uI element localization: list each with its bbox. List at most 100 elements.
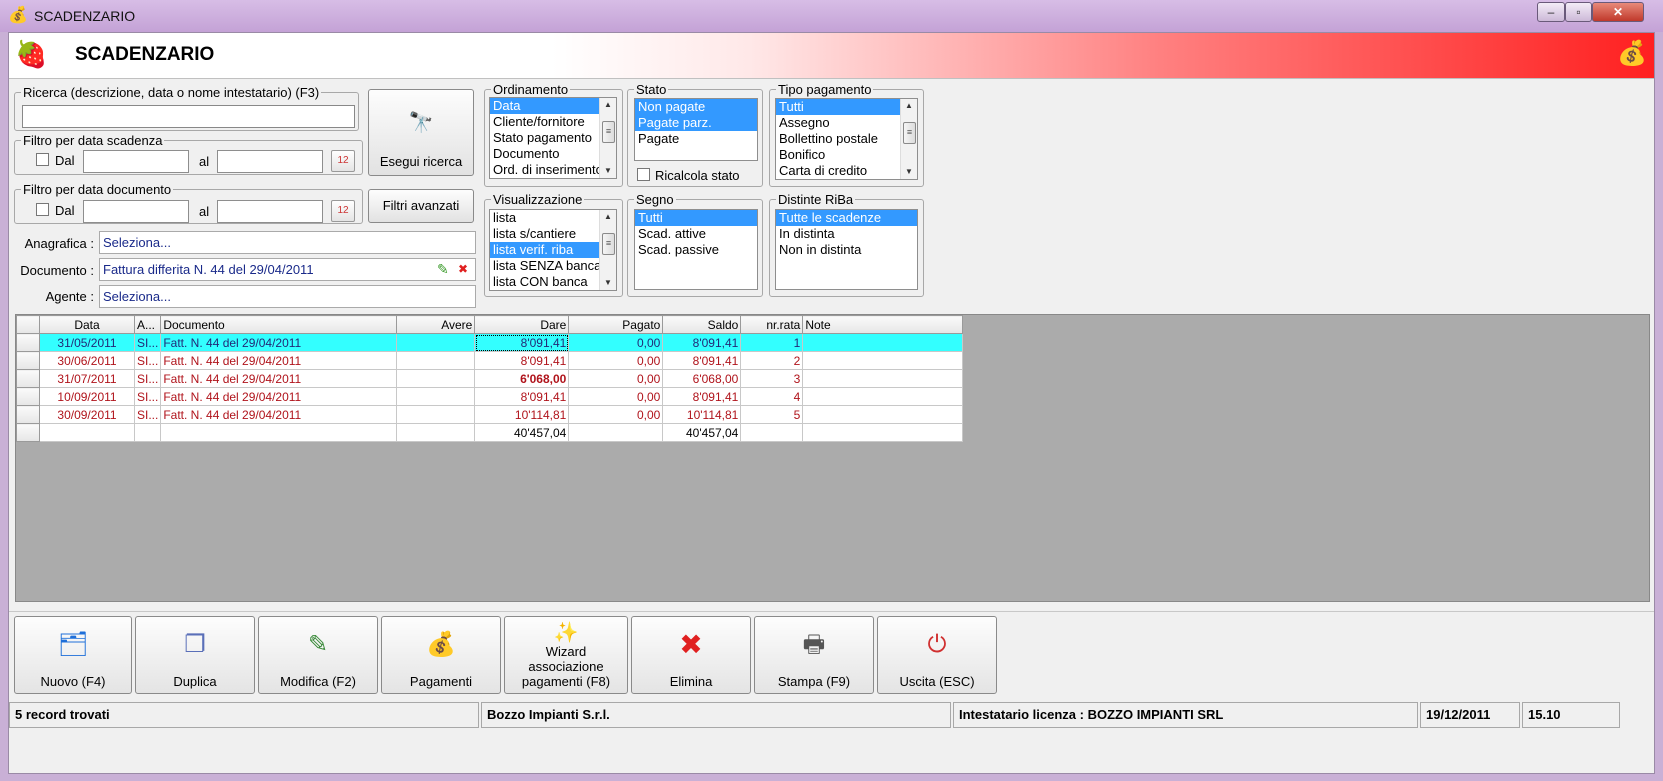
edit-icon[interactable]: ✎ (437, 261, 449, 278)
cell-note[interactable] (802, 333, 964, 352)
cell-pagato[interactable]: 0,00 (568, 333, 664, 352)
cell-saldo[interactable]: 8'091,41 (662, 333, 742, 352)
scrollbar[interactable]: ▲ ≡ ▼ (599, 210, 616, 290)
cell-note[interactable] (802, 369, 964, 388)
list-item[interactable]: Bonifico (776, 147, 917, 163)
cell-dare[interactable]: 10'114,81 (474, 405, 570, 424)
cell-a[interactable]: SI... (133, 405, 162, 424)
cell-avere[interactable] (396, 405, 476, 424)
list-item[interactable]: lista s/cantiere (490, 226, 616, 242)
exit-button[interactable]: ⏻ Uscita (ESC) (877, 616, 997, 694)
list-item[interactable]: Assegno (776, 115, 917, 131)
cell-pagato[interactable]: 0,00 (568, 351, 664, 370)
cell-documento[interactable]: Fatt. N. 44 del 29/04/2011 (160, 351, 398, 370)
list-item[interactable]: lista verif. riba (490, 242, 616, 258)
table-row[interactable]: 30/06/2011 SI... Fatt. N. 44 del 29/04/2… (16, 351, 964, 370)
cell-saldo[interactable]: 6'068,00 (662, 369, 742, 388)
cell-dare[interactable]: 6'068,00 (474, 369, 570, 388)
list-item[interactable]: Non pagate (635, 99, 757, 115)
recalc-state-checkbox[interactable] (637, 168, 650, 181)
row-header[interactable] (16, 333, 40, 352)
cell-data[interactable]: 10/09/2011 (39, 387, 135, 406)
cell-dare[interactable]: 8'091,41 (474, 351, 570, 370)
calendar-icon[interactable]: 12 (331, 200, 355, 222)
column-header-nr-rata[interactable]: nr.rata (740, 315, 804, 334)
clear-icon[interactable]: ✖ (458, 262, 468, 276)
column-header-pagato[interactable]: Pagato (568, 315, 664, 334)
new-button[interactable]: 🗂 Nuovo (F4) (14, 616, 132, 694)
list-item[interactable]: Tutti (776, 99, 917, 115)
stato-list[interactable]: Non pagate Pagate parz. Pagate (634, 98, 758, 161)
cell-pagato[interactable]: 0,00 (568, 405, 664, 424)
cell-pagato[interactable]: 0,00 (568, 387, 664, 406)
cell-documento[interactable]: Fatt. N. 44 del 29/04/2011 (160, 387, 398, 406)
due-date-to-input[interactable] (217, 150, 323, 173)
cell-nr-rata[interactable]: 3 (740, 369, 804, 388)
calendar-icon[interactable]: 12 (331, 150, 355, 172)
doc-date-from-input[interactable] (83, 200, 189, 223)
cell-note[interactable] (802, 387, 964, 406)
advanced-filters-button[interactable]: Filtri avanzati (368, 189, 474, 223)
row-header[interactable] (16, 387, 40, 406)
list-item[interactable]: Non in distinta (776, 242, 917, 258)
doc-date-filter-checkbox[interactable] (36, 203, 49, 216)
list-item[interactable]: Pagate parz. (635, 115, 757, 131)
scroll-down-icon[interactable]: ▼ (600, 276, 616, 290)
due-date-filter-checkbox[interactable] (36, 153, 49, 166)
close-button[interactable]: ✕ (1592, 2, 1644, 22)
documento-field[interactable]: Fattura differita N. 44 del 29/04/2011 (99, 258, 476, 281)
cell-avere[interactable] (396, 351, 476, 370)
cell-avere[interactable] (396, 369, 476, 388)
scroll-thumb[interactable]: ≡ (903, 122, 916, 144)
scroll-up-icon[interactable]: ▲ (901, 99, 917, 113)
scrollbar[interactable]: ▲ ≡ ▼ (900, 99, 917, 179)
cell-note[interactable] (802, 405, 964, 424)
column-header-data[interactable]: Data (39, 315, 135, 334)
column-header-a[interactable]: A... (133, 315, 162, 334)
list-item[interactable]: In distinta (776, 226, 917, 242)
scroll-thumb[interactable]: ≡ (602, 121, 615, 143)
list-item[interactable]: Data (490, 98, 616, 114)
cell-a[interactable]: SI... (133, 333, 162, 352)
duplicate-button[interactable]: ❐ Duplica (135, 616, 255, 694)
column-header-avere[interactable]: Avere (396, 315, 476, 334)
payments-button[interactable]: 💰 Pagamenti (381, 616, 501, 694)
maximize-button[interactable]: ▫ (1565, 2, 1592, 22)
list-item[interactable]: Cliente/fornitore (490, 114, 616, 130)
list-item[interactable]: lista SENZA banca (490, 258, 616, 274)
cell-avere[interactable] (396, 387, 476, 406)
cell-data[interactable]: 30/06/2011 (39, 351, 135, 370)
cell-avere[interactable] (396, 333, 476, 352)
list-item[interactable]: lista CON banca (490, 274, 616, 290)
cell-nr-rata[interactable]: 2 (740, 351, 804, 370)
cell-documento[interactable]: Fatt. N. 44 del 29/04/2011 (160, 369, 398, 388)
scroll-down-icon[interactable]: ▼ (600, 164, 616, 178)
delete-button[interactable]: ✖ Elimina (631, 616, 751, 694)
list-item[interactable]: Bollettino postale (776, 131, 917, 147)
wizard-button[interactable]: ✨ Wizard associazione pagamenti (F8) (504, 616, 628, 694)
cell-note[interactable] (802, 351, 964, 370)
view-list[interactable]: lista lista s/cantiere lista verif. riba… (489, 209, 617, 291)
due-dates-table[interactable]: Data A... Documento Avere Dare Pagato Sa… (16, 315, 964, 442)
scroll-down-icon[interactable]: ▼ (901, 165, 917, 179)
list-item[interactable]: Ord. di inserimento (490, 162, 616, 178)
run-search-button[interactable]: 🔭 Esegui ricerca (368, 89, 474, 176)
anagrafica-field[interactable]: Seleziona... (99, 231, 476, 254)
cell-a[interactable]: SI... (133, 369, 162, 388)
print-button[interactable]: 🖶 Stampa (F9) (754, 616, 874, 694)
column-header-dare[interactable]: Dare (474, 315, 570, 334)
table-row[interactable]: 10/09/2011 SI... Fatt. N. 44 del 29/04/2… (16, 387, 964, 406)
list-item[interactable]: Stato pagamento (490, 130, 616, 146)
table-row[interactable]: 31/07/2011 SI... Fatt. N. 44 del 29/04/2… (16, 369, 964, 388)
ordinamento-list[interactable]: Data Cliente/fornitore Stato pagamento D… (489, 97, 617, 179)
scroll-up-icon[interactable]: ▲ (600, 98, 616, 112)
list-item[interactable]: Tutte le scadenze (776, 210, 917, 226)
search-input[interactable] (22, 105, 355, 128)
column-header-saldo[interactable]: Saldo (662, 315, 742, 334)
cell-data[interactable]: 30/09/2011 (39, 405, 135, 424)
cell-documento[interactable]: Fatt. N. 44 del 29/04/2011 (160, 333, 398, 352)
cell-documento[interactable]: Fatt. N. 44 del 29/04/2011 (160, 405, 398, 424)
cell-nr-rata[interactable]: 5 (740, 405, 804, 424)
list-item[interactable]: lista (490, 210, 616, 226)
agente-field[interactable]: Seleziona... (99, 285, 476, 308)
